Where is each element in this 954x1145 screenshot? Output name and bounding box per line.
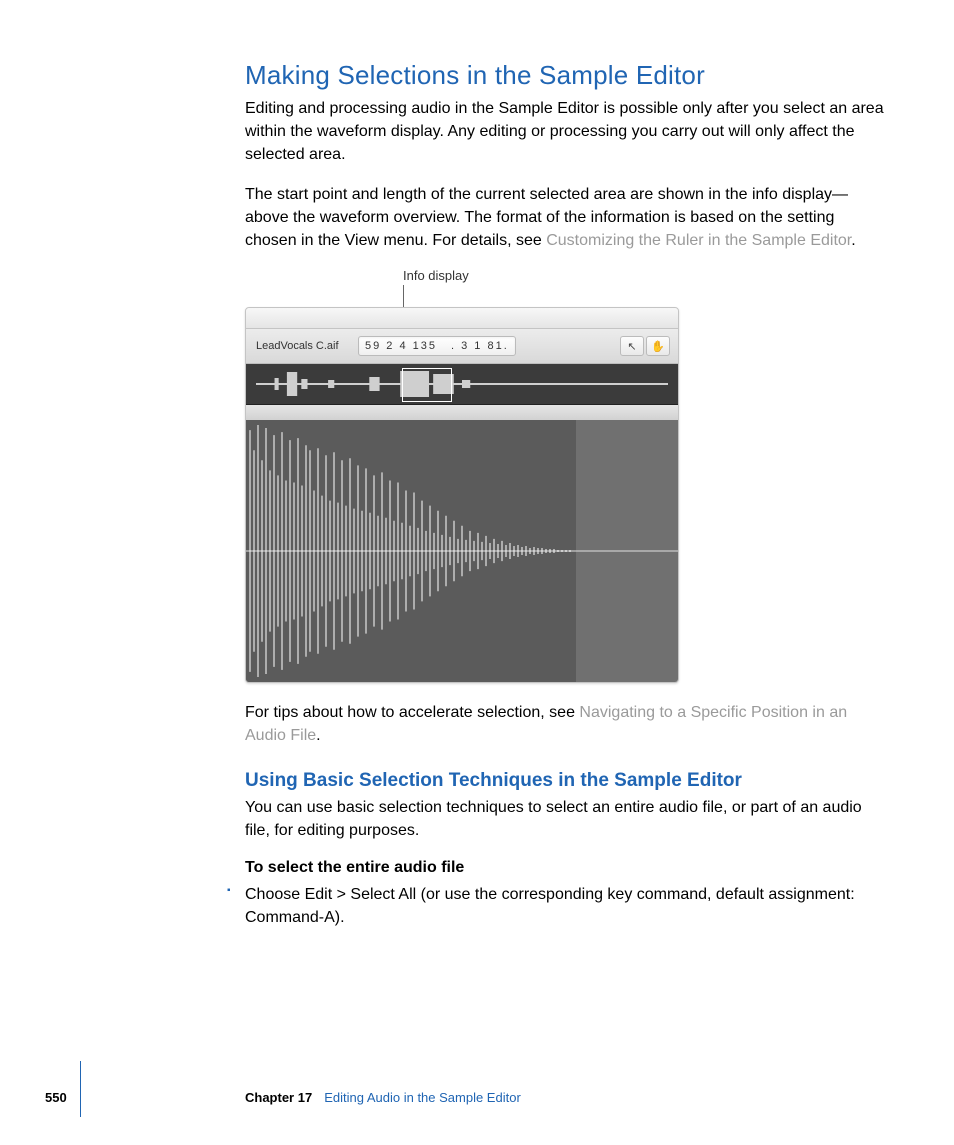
section-heading: Making Selections in the Sample Editor — [245, 60, 884, 91]
chapter-title: Editing Audio in the Sample Editor — [324, 1090, 521, 1105]
window-titlebar — [246, 308, 678, 329]
text-run: . — [851, 232, 855, 249]
task-title: To select the entire audio file — [245, 859, 464, 876]
info-display: 59 2 4 135 . 3 1 81. — [358, 336, 516, 356]
body-paragraph: You can use basic selection techniques t… — [245, 796, 884, 842]
sample-editor-screenshot: LeadVocals C.aif 59 2 4 135 . 3 1 81. ↖ … — [245, 307, 679, 683]
chapter-label: Chapter 17 — [245, 1090, 312, 1105]
page-number: 550 — [45, 1090, 67, 1105]
chapter-reference: Chapter 17 Editing Audio in the Sample Ed… — [245, 1090, 521, 1105]
text-run: . — [316, 727, 320, 744]
arrow-icon: ↖ — [627, 340, 636, 353]
page-footer: 550 Chapter 17 Editing Audio in the Sampl… — [0, 1081, 954, 1105]
step-text: Choose Edit > Select All (or use the cor… — [245, 883, 884, 929]
body-paragraph: For tips about how to accelerate selecti… — [245, 701, 884, 747]
step-list: Choose Edit > Select All (or use the cor… — [245, 883, 884, 929]
overview-selection-box — [402, 368, 452, 402]
waveform-overview — [246, 364, 678, 405]
file-name-label: LeadVocals C.aif — [246, 340, 358, 352]
overview-waveform — [256, 370, 668, 398]
tool-buttons: ↖ ✋ — [620, 336, 670, 356]
hand-icon: ✋ — [651, 340, 665, 353]
hand-tool-button[interactable]: ✋ — [646, 336, 670, 356]
info-display-length: . 3 1 81. — [451, 340, 509, 352]
list-item: Choose Edit > Select All (or use the cor… — [231, 883, 884, 929]
info-display-start: 59 2 4 135 — [365, 340, 437, 352]
callout-label: Info display — [403, 268, 884, 283]
task-heading: To select the entire audio file — [245, 856, 884, 879]
body-paragraph: Editing and processing audio in the Samp… — [245, 97, 884, 167]
callout-leader-line — [403, 285, 404, 307]
body-paragraph: The start point and length of the curren… — [245, 183, 884, 253]
subsection-heading: Using Basic Selection Techniques in the … — [245, 770, 884, 792]
cross-reference-link[interactable]: Customizing the Ruler in the Sample Edit… — [546, 232, 851, 249]
waveform-display — [246, 420, 678, 682]
figure: Info display LeadVocals C.aif 59 2 4 135… — [245, 268, 884, 683]
toolbar: LeadVocals C.aif 59 2 4 135 . 3 1 81. ↖ … — [246, 329, 678, 364]
text-run: For tips about how to accelerate selecti… — [245, 704, 579, 721]
pointer-tool-button[interactable]: ↖ — [620, 336, 644, 356]
footer-divider — [80, 1061, 81, 1117]
document-page: Making Selections in the Sample Editor E… — [0, 0, 954, 1145]
